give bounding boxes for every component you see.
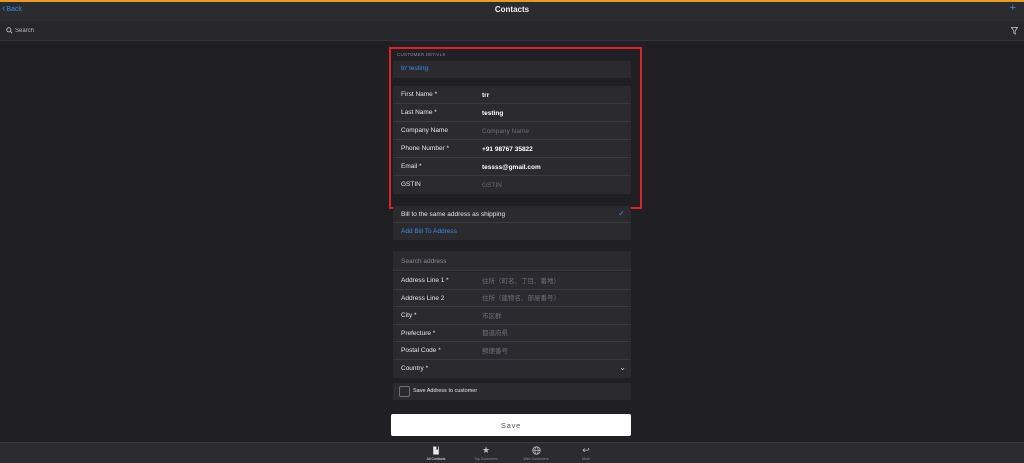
company-name-label: Company Name: [401, 127, 448, 134]
billing-section: Bill to the same address as shipping ✓ A…: [393, 206, 631, 240]
tab-all-contacts[interactable]: All Contacts: [416, 445, 456, 461]
first-name-field[interactable]: [482, 89, 622, 101]
same-address-toggle[interactable]: Bill to the same address as shipping ✓: [393, 206, 631, 223]
chevron-down-icon: ⌄: [619, 362, 626, 372]
section-label: CUSTOMER DETAILS: [397, 52, 446, 57]
tab-top-customers[interactable]: ★ Top Customers: [466, 445, 506, 461]
tab-web-customers[interactable]: Web Customers: [516, 445, 556, 461]
company-name-field[interactable]: [482, 125, 622, 137]
email-label: Email *: [401, 163, 422, 170]
email-row: Email *: [393, 158, 631, 176]
gstin-label: GSTIN: [401, 181, 421, 188]
company-name-row: Company Name: [393, 122, 631, 140]
page-title: Contacts: [494, 5, 530, 14]
address-line1-row: Address Line 1 *: [393, 272, 631, 290]
postal-code-field[interactable]: [482, 345, 622, 358]
prefecture-row: Prefecture *: [393, 325, 631, 343]
checkmark-icon: ✓: [618, 209, 625, 218]
add-bill-address-label: Add Bill To Address: [401, 228, 457, 235]
tab-label: More: [582, 457, 590, 461]
tab-label: All Contacts: [426, 457, 446, 461]
tab-label: Web Customers: [523, 457, 549, 461]
reply-icon: ↩: [582, 445, 590, 455]
save-address-checkbox[interactable]: [399, 386, 410, 397]
book-icon: [433, 446, 439, 455]
city-label: City *: [401, 312, 417, 320]
tab-label: Top Customers: [474, 457, 498, 461]
tab-more[interactable]: ↩ More: [566, 445, 606, 461]
globe-icon: [531, 446, 541, 455]
same-address-label: Bill to the same address as shipping: [401, 211, 506, 218]
star-icon: ★: [481, 445, 491, 455]
first-name-label: First Name *: [401, 91, 438, 98]
email-field[interactable]: [482, 161, 622, 173]
prefecture-label: Prefecture *: [401, 329, 436, 337]
city-row: City *: [393, 307, 631, 325]
customer-details-form: First Name * Last Name * Company Name Ph…: [393, 86, 631, 194]
search-bar: [0, 21, 1024, 41]
gstin-row: GSTIN: [393, 176, 631, 194]
customer-display-name: trr testing: [401, 65, 429, 72]
search-input[interactable]: [15, 26, 915, 36]
country-label: Country *: [401, 364, 429, 372]
first-name-row: First Name *: [393, 86, 631, 104]
postal-code-label: Postal Code *: [401, 347, 441, 355]
address-line2-row: Address Line 2: [393, 290, 631, 308]
postal-code-row: Postal Code *: [393, 342, 631, 360]
address-line2-label: Address Line 2: [401, 294, 445, 302]
search-icon: [6, 27, 13, 34]
city-field[interactable]: [482, 310, 622, 323]
save-address-row: Save Address to customer: [393, 383, 631, 400]
prefecture-field[interactable]: [482, 327, 622, 340]
last-name-field[interactable]: [482, 107, 622, 119]
gstin-field[interactable]: [482, 179, 622, 191]
nav-bar: ‹ Back Contacts +: [0, 2, 1024, 21]
country-select[interactable]: Country * ⌄: [393, 360, 631, 378]
save-button[interactable]: Save: [391, 414, 631, 436]
last-name-row: Last Name *: [393, 104, 631, 122]
customer-display-name-row: trr testing: [393, 61, 631, 78]
add-bill-address-link[interactable]: Add Bill To Address: [393, 223, 631, 240]
save-address-label: Save Address to customer: [413, 388, 478, 394]
address-line2-field[interactable]: [482, 292, 622, 305]
bottom-tab-bar: All Contacts ★ Top Customers Web Custome…: [0, 442, 1024, 463]
filter-icon[interactable]: [1011, 27, 1018, 35]
last-name-label: Last Name *: [401, 109, 437, 116]
address-form: Address Line 1 * Address Line 2 City * P…: [393, 272, 631, 378]
address-line1-field[interactable]: [482, 275, 622, 287]
address-line1-label: Address Line 1 *: [401, 277, 449, 284]
phone-number-row: Phone Number *: [393, 140, 631, 158]
add-contact-button[interactable]: +: [1010, 2, 1016, 14]
phone-number-field[interactable]: [482, 143, 622, 155]
address-search-input[interactable]: [401, 255, 621, 267]
phone-number-label: Phone Number *: [401, 145, 450, 152]
address-search-row: [393, 251, 631, 271]
